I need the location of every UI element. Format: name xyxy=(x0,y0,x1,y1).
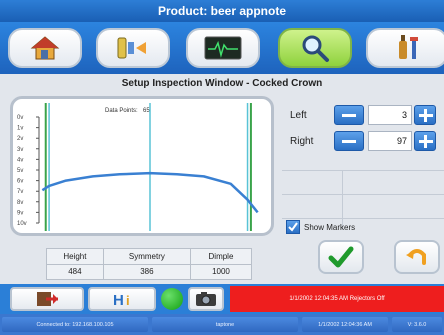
y-tick-label: 1v xyxy=(17,126,23,132)
window-title: Product: beer appnote xyxy=(157,4,286,18)
svg-text:H: H xyxy=(113,292,124,308)
nav-tools-button[interactable] xyxy=(366,28,444,68)
right-increment-button[interactable] xyxy=(414,131,436,151)
data-points-label: Data Points: xyxy=(105,108,138,114)
measurements-header-row: Height Symmetry Dimple xyxy=(46,248,253,265)
y-tick-label: 8v xyxy=(17,200,23,206)
left-control-row: Left 3 xyxy=(282,102,444,128)
left-value-field[interactable]: 3 xyxy=(368,105,412,125)
title-bar: Product: beer appnote xyxy=(0,0,444,22)
setup-panel: Setup Inspection Window - Cocked Crown D… xyxy=(0,74,444,284)
y-tick-label: 0v xyxy=(17,115,23,121)
height-value: 484 xyxy=(46,263,104,280)
window-controls: Left 3 Right 97 xyxy=(282,96,444,232)
version-status: V: 3.6.0 xyxy=(392,317,442,332)
y-tick-label: 9v xyxy=(17,210,23,216)
y-tick-label: 2v xyxy=(17,136,23,142)
connection-status: Connected to: 192.168.100.105 xyxy=(2,317,148,332)
svg-text:i: i xyxy=(126,293,130,308)
app-window: Product: beer appnote Setup Inspection W… xyxy=(0,0,444,335)
height-header: Height xyxy=(46,248,104,265)
right-decrement-button[interactable] xyxy=(334,131,364,151)
y-tick-label: 7v xyxy=(17,189,23,195)
dimple-header: Dimple xyxy=(189,248,253,265)
checkmark-icon xyxy=(288,222,298,232)
dimple-value: 1000 xyxy=(189,263,253,280)
datetime-status: 1/1/2002 12:04:36 AM xyxy=(302,317,388,332)
magnifier-icon xyxy=(302,35,329,62)
y-tick-label: 5v xyxy=(17,168,23,174)
waveform-chart: Data Points: 65 0v 1v 2v 3v 4v 5v 6v 7v 8v 9v 10v xyxy=(10,96,274,236)
status-indicator-icon xyxy=(161,288,183,310)
left-increment-button[interactable] xyxy=(414,105,436,125)
nav-monitor-button[interactable] xyxy=(186,28,260,68)
user-status: taptone xyxy=(152,317,298,332)
symmetry-value: 386 xyxy=(102,263,191,280)
y-tick-label: 10v xyxy=(17,221,27,227)
camera-button[interactable] xyxy=(188,287,224,311)
top-nav xyxy=(0,22,444,74)
right-label: Right xyxy=(290,135,314,147)
show-markers-checkbox[interactable] xyxy=(286,220,300,234)
symmetry-header: Symmetry xyxy=(102,248,191,265)
right-value-field[interactable]: 97 xyxy=(368,131,412,151)
measurements-table: Height Symmetry Dimple 484 386 1000 xyxy=(46,248,253,280)
undo-button[interactable] xyxy=(394,240,440,274)
show-markers-label: Show Markers xyxy=(304,222,356,232)
camera-icon xyxy=(196,292,216,306)
y-tick-label: 6v xyxy=(17,179,23,185)
left-label: Left xyxy=(290,109,307,121)
data-points-value: 65 xyxy=(143,108,150,114)
alert-text: 1/1/2002 12:04:35 AM Rejectors Off xyxy=(289,296,385,302)
undo-arrow-icon xyxy=(406,249,426,265)
bottle-tools-icon xyxy=(399,35,418,59)
green-check-icon xyxy=(328,246,354,268)
waveform-monitor-icon xyxy=(204,36,242,60)
nav-home-button[interactable] xyxy=(8,28,82,68)
status-bar: Connected to: 192.168.100.105 taptone 1/… xyxy=(0,314,444,335)
show-markers-toggle[interactable]: Show Markers xyxy=(286,220,355,234)
left-decrement-button[interactable] xyxy=(334,105,364,125)
panel-title: Setup Inspection Window - Cocked Crown xyxy=(121,78,323,89)
exit-icon xyxy=(37,292,58,306)
measurements-value-row: 484 386 1000 xyxy=(46,263,253,280)
right-control-row: Right 97 xyxy=(282,128,444,154)
conveyor-icon xyxy=(117,37,146,59)
alert-banner: 1/1/2002 12:04:35 AM Rejectors Off xyxy=(230,286,444,312)
chart-canvas: Data Points: 65 0v 1v 2v 3v 4v 5v 6v 7v 8v 9v 10v xyxy=(17,103,259,231)
nav-conveyor-button[interactable] xyxy=(96,28,170,68)
y-tick-label: 3v xyxy=(17,147,23,153)
exit-button[interactable] xyxy=(10,287,84,311)
nav-inspect-button[interactable] xyxy=(278,28,352,68)
accept-button[interactable] xyxy=(318,240,364,274)
y-tick-label: 4v xyxy=(17,157,23,163)
help-icon: H i xyxy=(113,292,130,308)
help-button[interactable]: H i xyxy=(88,287,156,311)
home-icon xyxy=(30,36,60,60)
